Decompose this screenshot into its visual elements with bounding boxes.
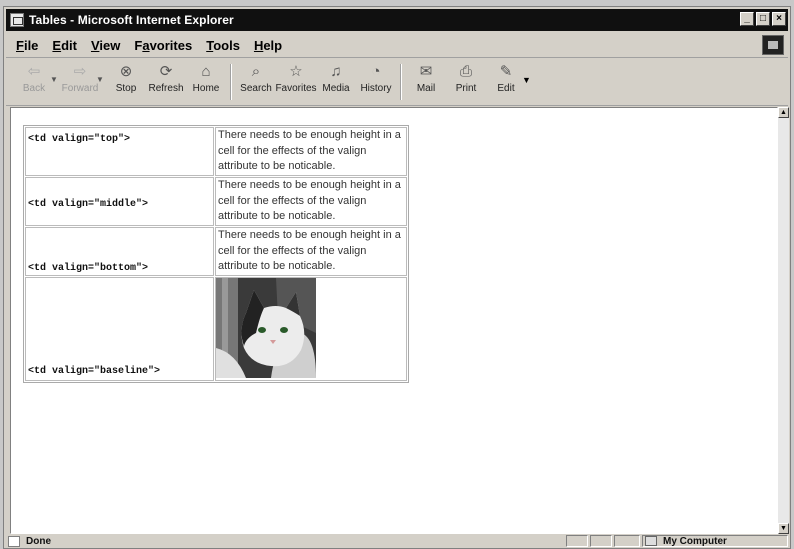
search-icon: ⌕ xyxy=(251,63,261,80)
status-panel xyxy=(590,535,612,547)
toolbar-separator xyxy=(400,64,402,100)
table-cell-text: There needs to be enough height in a cel… xyxy=(215,177,407,226)
refresh-button[interactable]: ⟳ Refresh xyxy=(146,61,186,103)
history-button[interactable]: ◔ History xyxy=(356,61,396,103)
menu-view[interactable]: View xyxy=(91,38,120,53)
table-row: <td valign="middle"> There needs to be e… xyxy=(25,177,407,226)
forward-arrow-icon: ⇨ xyxy=(73,63,87,80)
refresh-icon: ⟳ xyxy=(159,63,173,80)
browser-window: Tables - Microsoft Internet Explorer _ □… xyxy=(3,6,791,549)
scroll-up-icon[interactable]: ▲ xyxy=(778,107,789,118)
menu-edit[interactable]: Edit xyxy=(52,38,77,53)
maximize-button[interactable]: □ xyxy=(756,12,770,26)
history-icon: ◔ xyxy=(371,63,381,80)
table-cell-image xyxy=(215,277,407,381)
menu-tools[interactable]: Tools xyxy=(206,38,240,53)
status-panel xyxy=(614,535,640,547)
back-arrow-icon: ⇦ xyxy=(27,63,41,80)
table-cell-code: <td valign="top"> xyxy=(25,127,214,176)
mail-icon: ✉ xyxy=(419,63,433,80)
menu-file[interactable]: File xyxy=(16,38,38,53)
media-icon: ♫ xyxy=(330,63,342,80)
window-title: Tables - Microsoft Internet Explorer xyxy=(29,13,234,27)
table-row: <td valign="baseline"> xyxy=(25,277,407,381)
menu-favorites[interactable]: Favorites xyxy=(134,38,192,53)
media-button[interactable]: ♫ Media xyxy=(316,61,356,103)
stop-icon: ⊗ xyxy=(119,63,133,80)
window-controls: _ □ × xyxy=(740,12,786,26)
mail-button[interactable]: ✉ Mail xyxy=(406,61,446,103)
edit-dropdown-icon[interactable]: ▼ xyxy=(522,75,532,85)
print-icon: ⎙ xyxy=(459,63,472,80)
table-cell-code: <td valign="middle"> xyxy=(25,177,214,226)
windows-logo-icon xyxy=(762,35,784,55)
title-bar[interactable]: Tables - Microsoft Internet Explorer _ □… xyxy=(6,9,788,31)
standard-toolbar: ⇦ Back ▼ ⇨ Forward ▼ ⊗ Stop ⟳ Refresh ⌂ … xyxy=(6,59,788,106)
table-cell-code: <td valign="baseline"> xyxy=(25,277,214,381)
menu-help[interactable]: Help xyxy=(254,38,282,53)
close-button[interactable]: × xyxy=(772,12,786,26)
forward-button[interactable]: ⇨ Forward xyxy=(60,61,100,103)
status-panel xyxy=(566,535,588,547)
edit-button[interactable]: ✎ Edit xyxy=(486,61,526,103)
favorites-icon: ☆ xyxy=(289,63,303,80)
minimize-button[interactable]: _ xyxy=(740,12,754,26)
stop-button[interactable]: ⊗ Stop xyxy=(106,61,146,103)
status-text: Done xyxy=(26,536,51,547)
toolbar-separator xyxy=(230,64,232,100)
page-done-icon xyxy=(8,536,20,547)
scroll-down-icon[interactable]: ▼ xyxy=(778,523,789,534)
status-bar: Done My Computer xyxy=(6,535,788,548)
print-button[interactable]: ⎙ Print xyxy=(446,61,486,103)
table-cell-code: <td valign="bottom"> xyxy=(25,227,214,276)
my-computer-icon xyxy=(645,536,657,546)
home-button[interactable]: ⌂ Home xyxy=(186,61,226,103)
back-dropdown-icon[interactable]: ▼ xyxy=(50,75,60,84)
table-cell-text: There needs to be enough height in a cel… xyxy=(215,127,407,176)
back-button[interactable]: ⇦ Back xyxy=(14,61,54,103)
edit-icon: ✎ xyxy=(499,63,513,80)
security-zone[interactable]: My Computer xyxy=(645,535,727,547)
search-button[interactable]: ⌕ Search xyxy=(236,61,276,103)
table-cell-text: There needs to be enough height in a cel… xyxy=(215,227,407,276)
menu-bar: File Edit View Favorites Tools Help xyxy=(6,33,788,58)
vertical-scrollbar[interactable]: ▲ ▼ xyxy=(778,107,789,534)
table-row: <td valign="bottom"> There needs to be e… xyxy=(25,227,407,276)
home-icon: ⌂ xyxy=(201,63,211,80)
ie-page-icon xyxy=(10,13,24,27)
valign-demo-table: <td valign="top"> There needs to be enou… xyxy=(23,125,409,383)
page-content[interactable]: <td valign="top"> There needs to be enou… xyxy=(10,107,778,534)
forward-dropdown-icon[interactable]: ▼ xyxy=(96,75,106,84)
table-row: <td valign="top"> There needs to be enou… xyxy=(25,127,407,176)
zone-text: My Computer xyxy=(663,535,727,547)
cat-photo xyxy=(216,278,316,378)
favorites-button[interactable]: ☆ Favorites xyxy=(275,61,316,103)
